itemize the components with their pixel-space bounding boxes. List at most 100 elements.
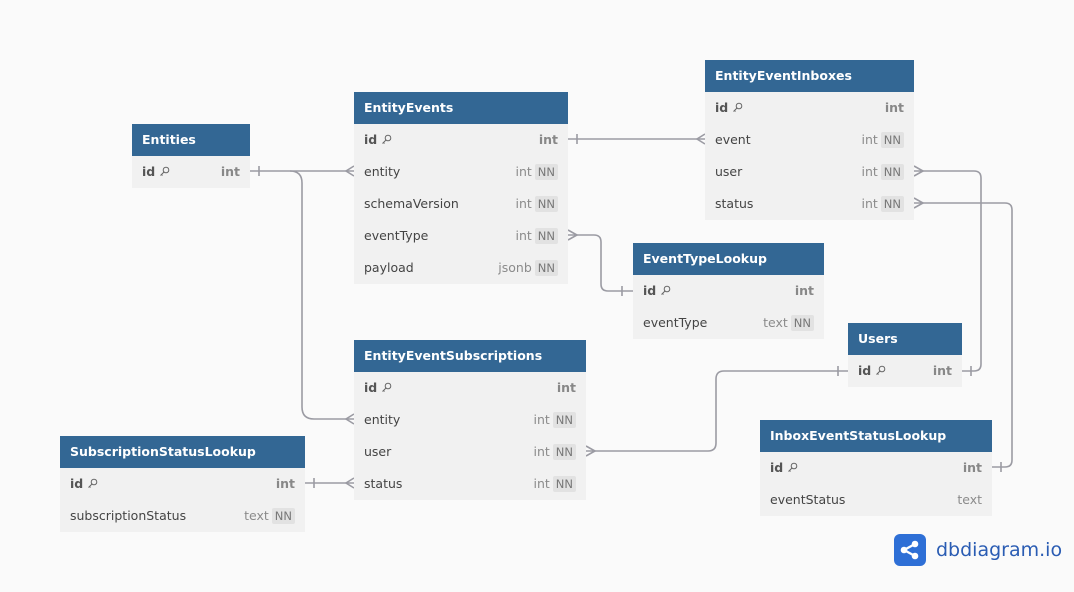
edge-entities-subscriptions[interactable]	[289, 170, 354, 420]
edge-events-eventtype[interactable]	[568, 234, 633, 292]
column-row[interactable]: schemaVersion int NN	[354, 188, 568, 220]
column-name-text: subscriptionStatus	[70, 508, 187, 523]
table-header[interactable]: Users	[848, 323, 962, 355]
table-header[interactable]: InboxEventStatusLookup	[760, 420, 992, 452]
primary-key-icon	[159, 157, 170, 189]
column-row[interactable]: subscriptionStatus text NN	[60, 500, 305, 532]
column-name: id	[364, 124, 392, 157]
not-null-badge: NN	[552, 412, 576, 428]
column-name-text: id	[364, 379, 378, 395]
column-name-text: id	[364, 131, 378, 147]
column-name: event	[715, 124, 751, 156]
column-row[interactable]: event int NN	[705, 124, 914, 156]
column-name-text: status	[364, 476, 403, 491]
share-nodes-icon	[894, 534, 926, 566]
table-header[interactable]: Entities	[132, 124, 250, 156]
column-row[interactable]: payload jsonb NN	[354, 252, 568, 284]
table-entity-event-inboxes[interactable]: EntityEventInboxes id int event int NN user int…	[705, 60, 914, 220]
not-null-badge: NN	[552, 444, 576, 460]
column-row[interactable]: id int	[132, 156, 250, 188]
column-type: int	[885, 92, 904, 124]
column-type: int NN	[861, 188, 904, 220]
column-type-text: int	[533, 444, 550, 459]
column-type-text: int	[220, 164, 240, 179]
column-name-text: eventType	[643, 315, 708, 330]
not-null-badge: NN	[880, 164, 904, 180]
primary-key-icon	[875, 356, 886, 388]
column-name: id	[858, 355, 886, 388]
column-name-text: schemaVersion	[364, 196, 459, 211]
column-type-text: int	[556, 380, 576, 395]
column-row[interactable]: eventType text NN	[633, 307, 824, 339]
column-type: text	[957, 484, 982, 516]
column-row[interactable]: entity int NN	[354, 156, 568, 188]
edge-marker	[576, 133, 706, 145]
column-name: id	[643, 275, 671, 308]
table-header[interactable]: EntityEventSubscriptions	[354, 340, 586, 372]
column-type: int NN	[515, 220, 558, 252]
column-name: eventType	[364, 220, 428, 252]
column-type-text: int	[794, 283, 814, 298]
column-type-text: int	[533, 412, 550, 427]
column-name-text: entity	[364, 412, 401, 427]
column-row[interactable]: id int	[760, 452, 992, 484]
table-entity-events[interactable]: EntityEvents id int entity int NN schemaVersio…	[354, 92, 568, 284]
column-type: int	[933, 355, 952, 387]
primary-key-icon	[660, 276, 671, 308]
column-row[interactable]: status int NN	[354, 468, 586, 500]
table-header[interactable]: EntityEvents	[354, 92, 568, 124]
column-name: entity	[364, 404, 400, 436]
table-entity-event-subscriptions[interactable]: EntityEventSubscriptions id int entity int NN…	[354, 340, 586, 500]
table-entities[interactable]: Entities id int	[132, 124, 250, 188]
column-type: int	[276, 468, 295, 500]
column-type-text: int	[275, 476, 295, 491]
column-name: subscriptionStatus	[70, 500, 186, 532]
column-type-text: int	[884, 100, 904, 115]
column-type: int NN	[861, 156, 904, 188]
column-row[interactable]: eventStatus text	[760, 484, 992, 516]
column-name: eventStatus	[770, 484, 845, 516]
not-null-badge: NN	[534, 228, 558, 244]
column-type: text NN	[244, 500, 295, 532]
column-row[interactable]: id int	[354, 372, 586, 404]
table-inbox-event-status-lookup[interactable]: InboxEventStatusLookup id int eventStatus te…	[760, 420, 992, 516]
column-type: int NN	[515, 188, 558, 220]
column-name: id	[142, 156, 170, 189]
column-row[interactable]: entity int NN	[354, 404, 586, 436]
table-header[interactable]: EntityEventInboxes	[705, 60, 914, 92]
not-null-badge: NN	[790, 315, 814, 331]
edge-marker	[258, 165, 355, 177]
column-type: int	[221, 156, 240, 188]
column-type-text: int	[538, 132, 558, 147]
column-type-text: int	[861, 196, 878, 211]
column-row[interactable]: user int NN	[354, 436, 586, 468]
dbdiagram-logo[interactable]: dbdiagram.io	[894, 534, 1062, 566]
column-type-text: text	[244, 508, 269, 523]
table-subscription-status-lookup[interactable]: SubscriptionStatusLookup id int subscriptio…	[60, 436, 305, 532]
not-null-badge: NN	[552, 476, 576, 492]
column-type-text: int	[932, 363, 952, 378]
column-row[interactable]: id int	[848, 355, 962, 387]
column-type: int NN	[515, 156, 558, 188]
table-header[interactable]: EventTypeLookup	[633, 243, 824, 275]
column-row[interactable]: status int NN	[705, 188, 914, 220]
column-row[interactable]: id int	[60, 468, 305, 500]
primary-key-icon	[381, 125, 392, 157]
column-row[interactable]: id int	[354, 124, 568, 156]
column-name-text: event	[715, 132, 751, 147]
column-name: id	[70, 468, 98, 501]
column-name-text: payload	[364, 260, 414, 275]
column-row[interactable]: user int NN	[705, 156, 914, 188]
column-row[interactable]: eventType int NN	[354, 220, 568, 252]
column-name-text: id	[715, 99, 729, 115]
column-row[interactable]: id int	[705, 92, 914, 124]
column-name: entity	[364, 156, 400, 188]
column-name-text: status	[715, 196, 754, 211]
column-row[interactable]: id int	[633, 275, 824, 307]
table-users[interactable]: Users id int	[848, 323, 962, 387]
column-type: int NN	[533, 404, 576, 436]
table-header[interactable]: SubscriptionStatusLookup	[60, 436, 305, 468]
column-type: int	[963, 452, 982, 484]
table-event-type-lookup[interactable]: EventTypeLookup id int eventType text NN	[633, 243, 824, 339]
column-type-text: int	[515, 196, 532, 211]
